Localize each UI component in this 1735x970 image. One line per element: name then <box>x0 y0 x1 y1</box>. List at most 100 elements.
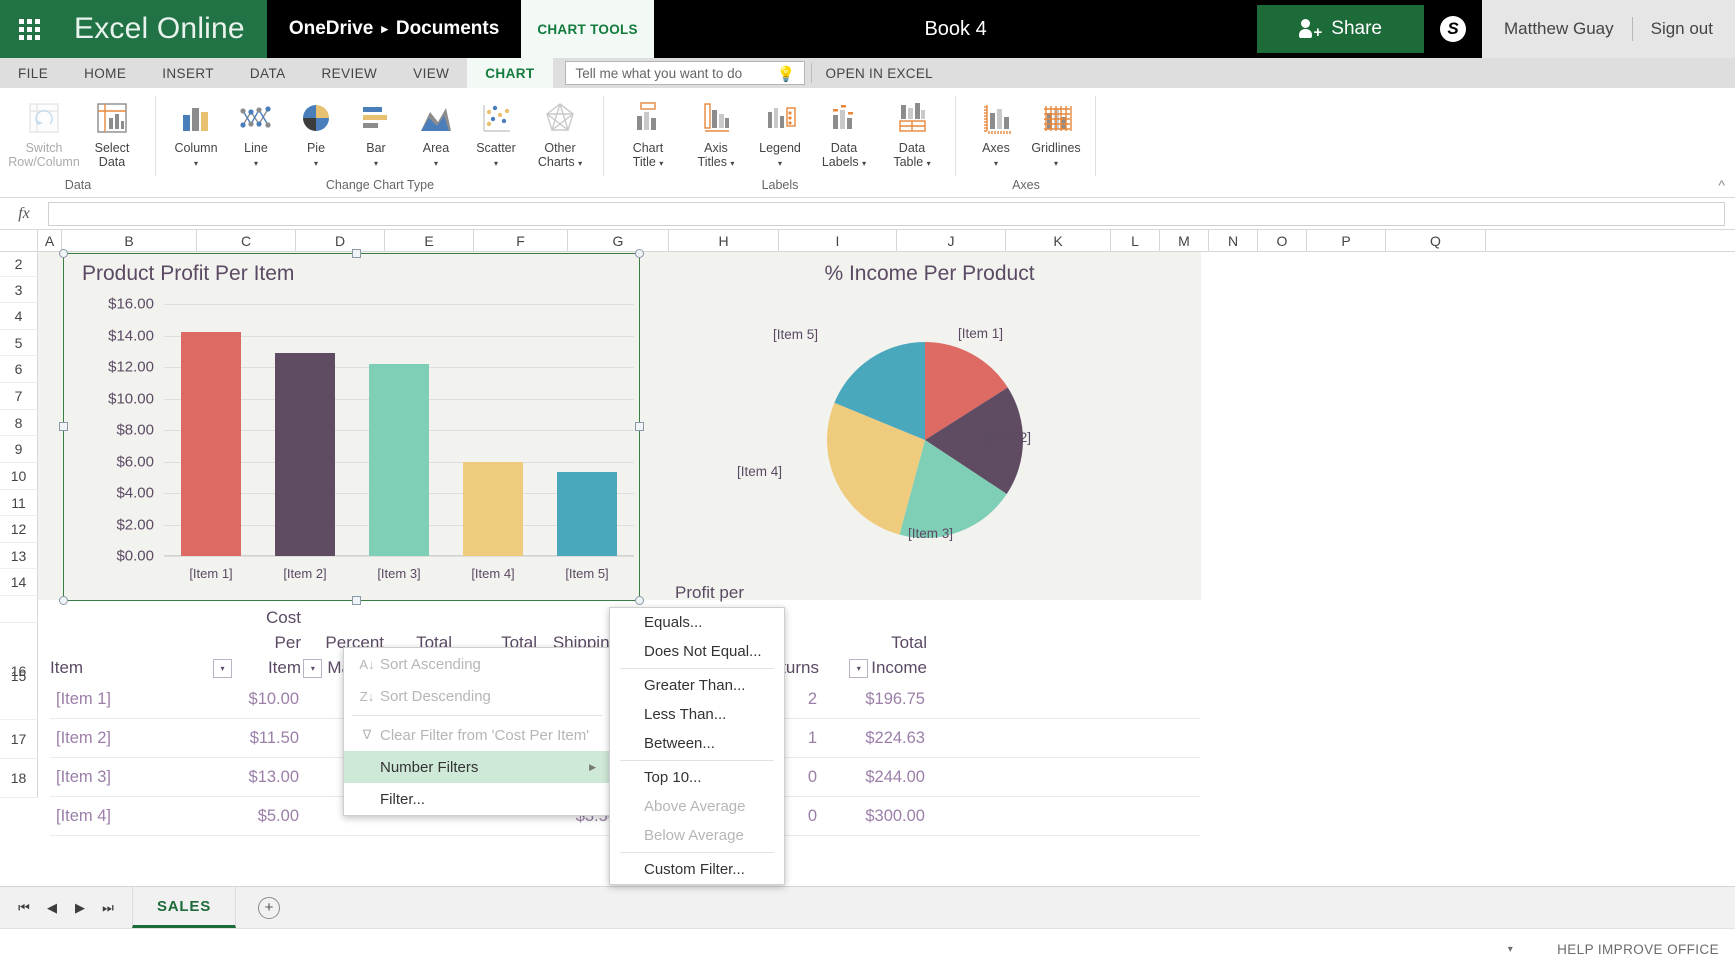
submenu-item-top-10[interactable]: Top 10... <box>610 763 784 792</box>
formula-input[interactable] <box>48 201 1725 226</box>
help-improve-office-link[interactable]: HELP IMPROVE OFFICE <box>1557 942 1719 957</box>
status-caret-icon[interactable]: ▾ <box>1508 944 1513 955</box>
column-header-B[interactable]: B <box>62 230 197 251</box>
resize-handle-middle-right[interactable] <box>635 422 644 431</box>
resize-handle-middle-left[interactable] <box>59 422 68 431</box>
submenu-item-between[interactable]: Between... <box>610 729 784 758</box>
menu-item-filter[interactable]: Filter... <box>344 783 610 815</box>
resize-handle-top-center[interactable] <box>352 249 361 258</box>
ribbon-tab-insert[interactable]: INSERT <box>144 58 232 88</box>
table-cell-cost[interactable]: $10.00 <box>213 690 305 709</box>
ribbon-button-chart-title[interactable]: Chart Title ▾ <box>614 94 682 171</box>
row-header-10[interactable]: 10 <box>0 463 38 490</box>
row-header-14[interactable]: 14 <box>0 569 38 596</box>
menu-item-number-filters[interactable]: Number Filters ▶ <box>344 751 610 783</box>
column-header-O[interactable]: O <box>1258 230 1307 251</box>
ribbon-button-bar[interactable]: Bar ▾ <box>346 94 406 171</box>
table-cell-cost[interactable]: $5.00 <box>213 807 305 826</box>
ribbon-button-line[interactable]: Line ▾ <box>226 94 286 171</box>
column-header-G[interactable]: G <box>568 230 669 251</box>
row-header-13[interactable]: 13 <box>0 543 38 569</box>
table-cell-cost[interactable]: $13.00 <box>213 768 305 787</box>
row-header-4[interactable]: 4 <box>0 303 38 330</box>
submenu-item-equals[interactable]: Equals... <box>610 608 784 637</box>
ribbon-tab-home[interactable]: HOME <box>66 58 144 88</box>
breadcrumb-leaf[interactable]: Documents <box>396 18 499 40</box>
table-cell-income[interactable]: $224.63 <box>823 729 931 748</box>
column-header-L[interactable]: L <box>1111 230 1160 251</box>
table-cell-item[interactable]: [Item 1] <box>50 690 213 709</box>
row-header-5[interactable]: 5 <box>0 330 38 356</box>
column-header-C[interactable]: C <box>197 230 296 251</box>
table-cell-item[interactable]: [Item 2] <box>50 729 213 748</box>
column-header-A[interactable]: A <box>38 230 62 251</box>
column-header-E[interactable]: E <box>385 230 474 251</box>
user-name[interactable]: Matthew Guay <box>1504 19 1614 39</box>
submenu-item-does-not-equal[interactable]: Does Not Equal... <box>610 637 784 666</box>
row-header-11[interactable]: 11 <box>0 490 38 516</box>
row-header-3[interactable]: 3 <box>0 277 38 303</box>
ribbon-button-other-charts[interactable]: Other Charts ▾ <box>526 94 594 171</box>
sheet-tab-sales[interactable]: SALES <box>132 887 237 928</box>
breadcrumb-root[interactable]: OneDrive <box>289 18 373 40</box>
fx-icon[interactable]: fx <box>0 205 48 223</box>
table-cell-cost[interactable]: $11.50 <box>213 729 305 748</box>
ribbon-button-legend[interactable]: Legend ▾ <box>750 94 810 171</box>
resize-handle-bottom-left[interactable] <box>59 596 68 605</box>
sign-out-link[interactable]: Sign out <box>1651 19 1713 39</box>
ribbon-button-axis-titles[interactable]: Axis Titles ▾ <box>682 94 750 171</box>
row-header-2[interactable]: 2 <box>0 252 38 277</box>
last-sheet-icon[interactable]: ⏭ <box>96 900 120 916</box>
column-header-D[interactable]: D <box>296 230 385 251</box>
ribbon-button-area[interactable]: Area ▾ <box>406 94 466 171</box>
ribbon-tab-review[interactable]: REVIEW <box>304 58 396 88</box>
ribbon-tab-file[interactable]: FILE <box>0 58 66 88</box>
row-header-18[interactable]: 18 <box>0 759 38 798</box>
ribbon-button-scatter[interactable]: Scatter ▾ <box>466 94 526 171</box>
document-title[interactable]: Book 4 <box>653 0 1258 58</box>
filter-dropdown-button[interactable]: ▾ <box>213 659 232 678</box>
row-header-7[interactable]: 7 <box>0 383 38 410</box>
column-header-N[interactable]: N <box>1209 230 1258 251</box>
row-header-16[interactable]: 16 <box>0 623 38 720</box>
ribbon-button-data-table[interactable]: Data Table ▾ <box>878 94 946 171</box>
column-header-H[interactable]: H <box>669 230 779 251</box>
resize-handle-top-left[interactable] <box>59 249 68 258</box>
ribbon-button-gridlines[interactable]: Gridlines ▾ <box>1026 94 1086 171</box>
submenu-item-greater-than[interactable]: Greater Than... <box>610 671 784 700</box>
row-header-9[interactable]: 9 <box>0 436 38 463</box>
column-header-J[interactable]: J <box>897 230 1006 251</box>
table-cell-item[interactable]: [Item 3] <box>50 768 213 787</box>
submenu-item-less-than[interactable]: Less Than... <box>610 700 784 729</box>
filter-dropdown-button[interactable]: ▾ <box>303 659 323 678</box>
ribbon-tab-chart[interactable]: CHART <box>467 58 553 88</box>
skype-button[interactable]: S <box>1424 0 1482 58</box>
open-in-excel-button[interactable]: OPEN IN EXCEL <box>812 58 947 88</box>
select-all-corner[interactable] <box>0 230 38 251</box>
table-cell-income[interactable]: $300.00 <box>823 807 931 826</box>
ribbon-button-pie[interactable]: Pie ▾ <box>286 94 346 171</box>
table-cell-income[interactable]: $196.75 <box>823 690 931 709</box>
add-sheet-button[interactable]: + <box>258 896 281 919</box>
ribbon-button-column[interactable]: Column ▾ <box>166 94 226 171</box>
column-header-M[interactable]: M <box>1160 230 1209 251</box>
row-header-15[interactable]: 15 <box>0 596 38 684</box>
filter-dropdown-button[interactable]: ▾ <box>849 659 869 678</box>
row-header-6[interactable]: 6 <box>0 356 38 383</box>
column-header-Q[interactable]: Q <box>1386 230 1486 251</box>
share-button[interactable]: + Share <box>1257 5 1424 53</box>
row-header-12[interactable]: 12 <box>0 516 38 543</box>
ribbon-tab-view[interactable]: VIEW <box>395 58 467 88</box>
column-header-K[interactable]: K <box>1006 230 1111 251</box>
row-header-8[interactable]: 8 <box>0 410 38 436</box>
ribbon-button-axes[interactable]: Axes ▾ <box>966 94 1026 171</box>
resize-handle-top-right[interactable] <box>635 249 644 258</box>
column-header-P[interactable]: P <box>1307 230 1386 251</box>
app-launcher-button[interactable] <box>0 0 58 58</box>
ribbon-button-data-labels[interactable]: Data Labels ▾ <box>810 94 878 171</box>
column-header-F[interactable]: F <box>474 230 568 251</box>
ribbon-tab-data[interactable]: DATA <box>232 58 304 88</box>
submenu-item-custom-filter[interactable]: Custom Filter... <box>610 855 784 884</box>
next-sheet-icon[interactable]: ▶ <box>68 900 92 916</box>
column-header-I[interactable]: I <box>779 230 897 251</box>
